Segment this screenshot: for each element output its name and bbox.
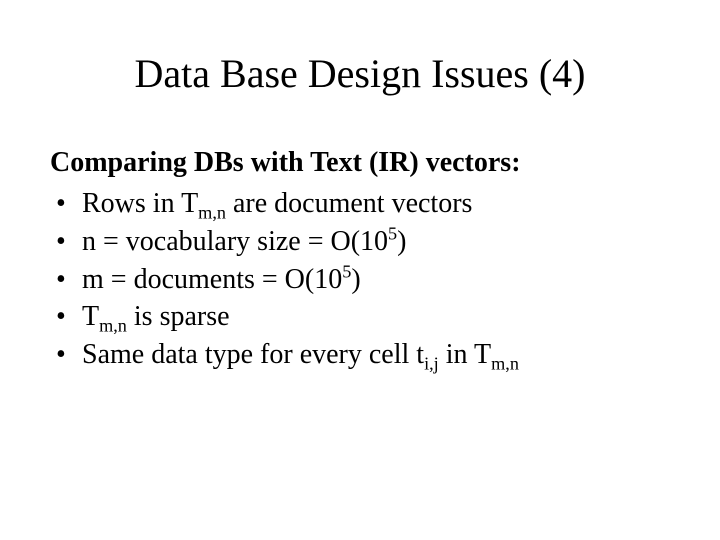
section-heading: Comparing DBs with Text (IR) vectors: bbox=[50, 147, 670, 179]
superscript: 5 bbox=[388, 223, 397, 243]
text: ) bbox=[351, 264, 360, 295]
text: Same data type for every cell t bbox=[82, 339, 424, 370]
text: T bbox=[82, 301, 99, 332]
text: ) bbox=[397, 226, 406, 257]
list-item: m = documents = O(105) bbox=[50, 261, 670, 299]
text: in T bbox=[439, 339, 491, 370]
text: Rows in T bbox=[82, 188, 198, 219]
list-item: Same data type for every cell ti,j in Tm… bbox=[50, 336, 670, 374]
slide-title: Data Base Design Issues (4) bbox=[50, 50, 670, 97]
list-item: Tm,n is sparse bbox=[50, 298, 670, 336]
subscript: m,n bbox=[198, 203, 226, 223]
list-item: n = vocabulary size = O(105) bbox=[50, 223, 670, 261]
text: are document vectors bbox=[226, 188, 472, 219]
list-item: Rows in Tm,n are document vectors bbox=[50, 185, 670, 223]
bullet-list: Rows in Tm,n are document vectors n = vo… bbox=[50, 185, 670, 374]
slide: Data Base Design Issues (4) Comparing DB… bbox=[0, 0, 720, 540]
subscript: m,n bbox=[491, 354, 519, 374]
subscript: m,n bbox=[99, 316, 127, 336]
superscript: 5 bbox=[342, 261, 351, 281]
text: n = vocabulary size = O(10 bbox=[82, 226, 388, 257]
text: is sparse bbox=[127, 301, 230, 332]
subscript: i,j bbox=[424, 354, 439, 374]
text: m = documents = O(10 bbox=[82, 264, 342, 295]
